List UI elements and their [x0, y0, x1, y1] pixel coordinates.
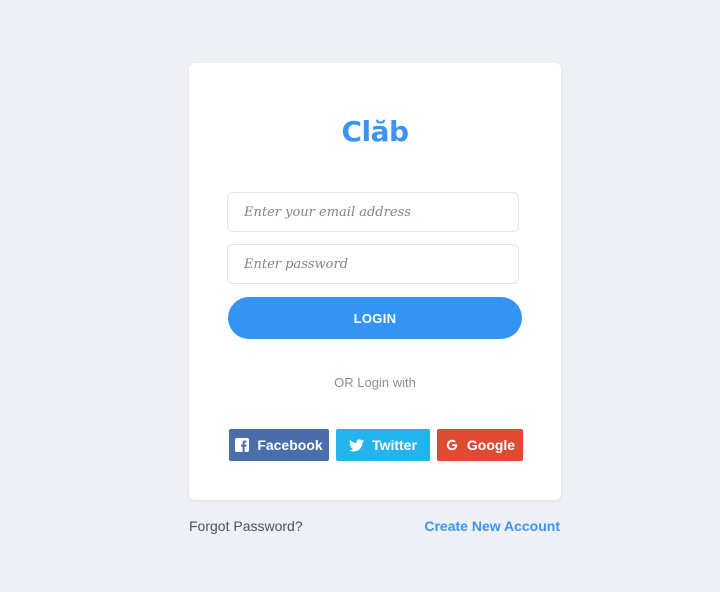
- facebook-icon: [235, 438, 250, 452]
- twitter-login-button[interactable]: Twitter: [336, 429, 430, 461]
- password-field[interactable]: [227, 244, 519, 284]
- google-icon: [445, 438, 459, 452]
- facebook-label: Facebook: [257, 437, 323, 453]
- login-button[interactable]: LOGIN: [228, 297, 522, 339]
- google-login-button[interactable]: Google: [437, 429, 523, 461]
- create-account-link[interactable]: Create New Account: [424, 518, 560, 534]
- twitter-icon: [349, 438, 365, 452]
- forgot-password-link[interactable]: Forgot Password?: [189, 518, 303, 534]
- google-label: Google: [466, 437, 516, 453]
- email-field[interactable]: [227, 192, 519, 232]
- twitter-label: Twitter: [372, 437, 417, 453]
- facebook-login-button[interactable]: Facebook: [229, 429, 329, 461]
- brand-logo: Clăb: [341, 115, 409, 148]
- social-divider-text: OR Login with: [334, 375, 416, 390]
